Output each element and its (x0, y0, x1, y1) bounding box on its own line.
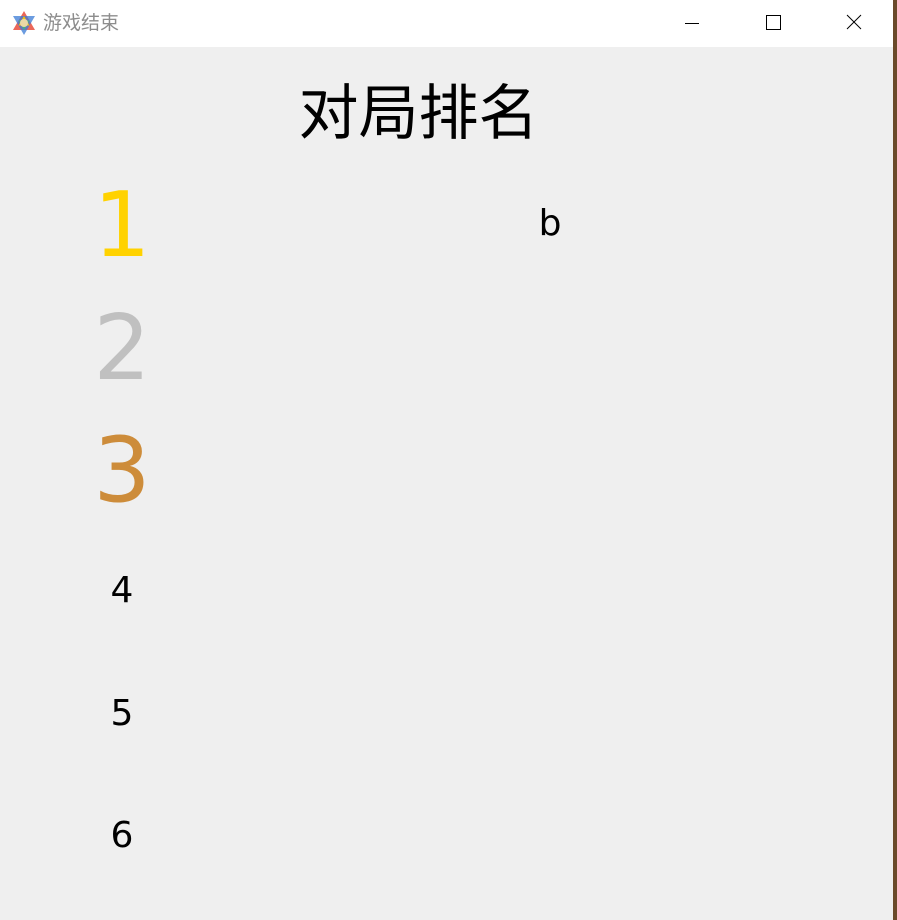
rank-number-2: 2 (93, 296, 151, 401)
maximize-button[interactable] (733, 0, 813, 47)
rank-number-1: 1 (93, 173, 151, 278)
minimize-icon (685, 23, 699, 24)
rank-number-6: 6 (110, 815, 134, 856)
window-title: 游戏结束 (43, 12, 120, 34)
close-icon (846, 14, 862, 30)
ranking-title: 对局排名 (298, 79, 539, 149)
player-name-1: b (538, 203, 562, 244)
game-over-window: 游戏结束 对局排名 1 b 2 3 4 5 6 (0, 0, 893, 920)
close-button[interactable] (814, 0, 894, 47)
minimize-button[interactable] (652, 0, 732, 47)
title-bar[interactable]: 游戏结束 (0, 0, 893, 47)
maximize-icon (766, 15, 781, 30)
star-of-david-icon (11, 10, 37, 36)
rank-number-3: 3 (93, 418, 151, 523)
rank-number-4: 4 (110, 570, 134, 611)
rank-number-5: 5 (110, 693, 134, 734)
